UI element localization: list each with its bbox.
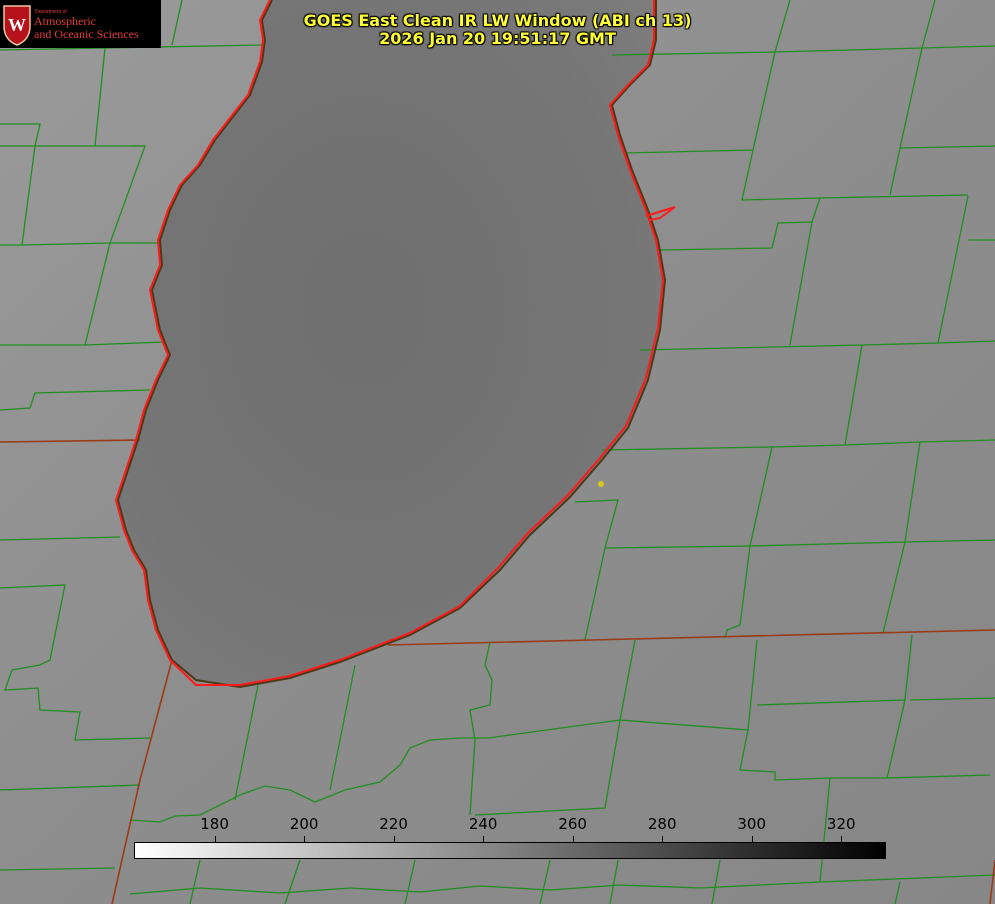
title-line1: GOES East Clean IR LW Window (ABI ch 13) (303, 11, 692, 30)
satellite-map-view: W Department of Atmospheric and Oceanic … (0, 0, 995, 904)
colorbar-tick-label: 200 (289, 815, 319, 833)
temperature-colorbar (134, 842, 886, 859)
colorbar-tick-label: 180 (200, 815, 229, 833)
colorbar-tick-label: 320 (826, 815, 856, 833)
satellite-map (0, 0, 995, 904)
colorbar-tick-label: 220 (379, 815, 408, 833)
title-timestamp: 2026 Jan 20 19:51:17 GMT (379, 29, 616, 48)
image-title: GOES East Clean IR LW Window (ABI ch 13)… (240, 12, 755, 48)
colorbar-tick-label: 300 (737, 815, 767, 833)
station-marker (598, 481, 604, 487)
colorbar-tick-labels: 180 200 220 240 260 280 300 320 (134, 812, 886, 842)
svg-text:W: W (8, 15, 26, 35)
colorbar-tick-label: 240 (468, 815, 498, 833)
logo-title-line2: and Oceanic Sciences (34, 27, 139, 41)
colorbar-tick-label: 280 (647, 815, 677, 833)
department-logo: W Department of Atmospheric and Oceanic … (0, 0, 161, 48)
colorbar-tick-label: 260 (558, 815, 587, 833)
uw-crest-icon: W (3, 5, 31, 46)
